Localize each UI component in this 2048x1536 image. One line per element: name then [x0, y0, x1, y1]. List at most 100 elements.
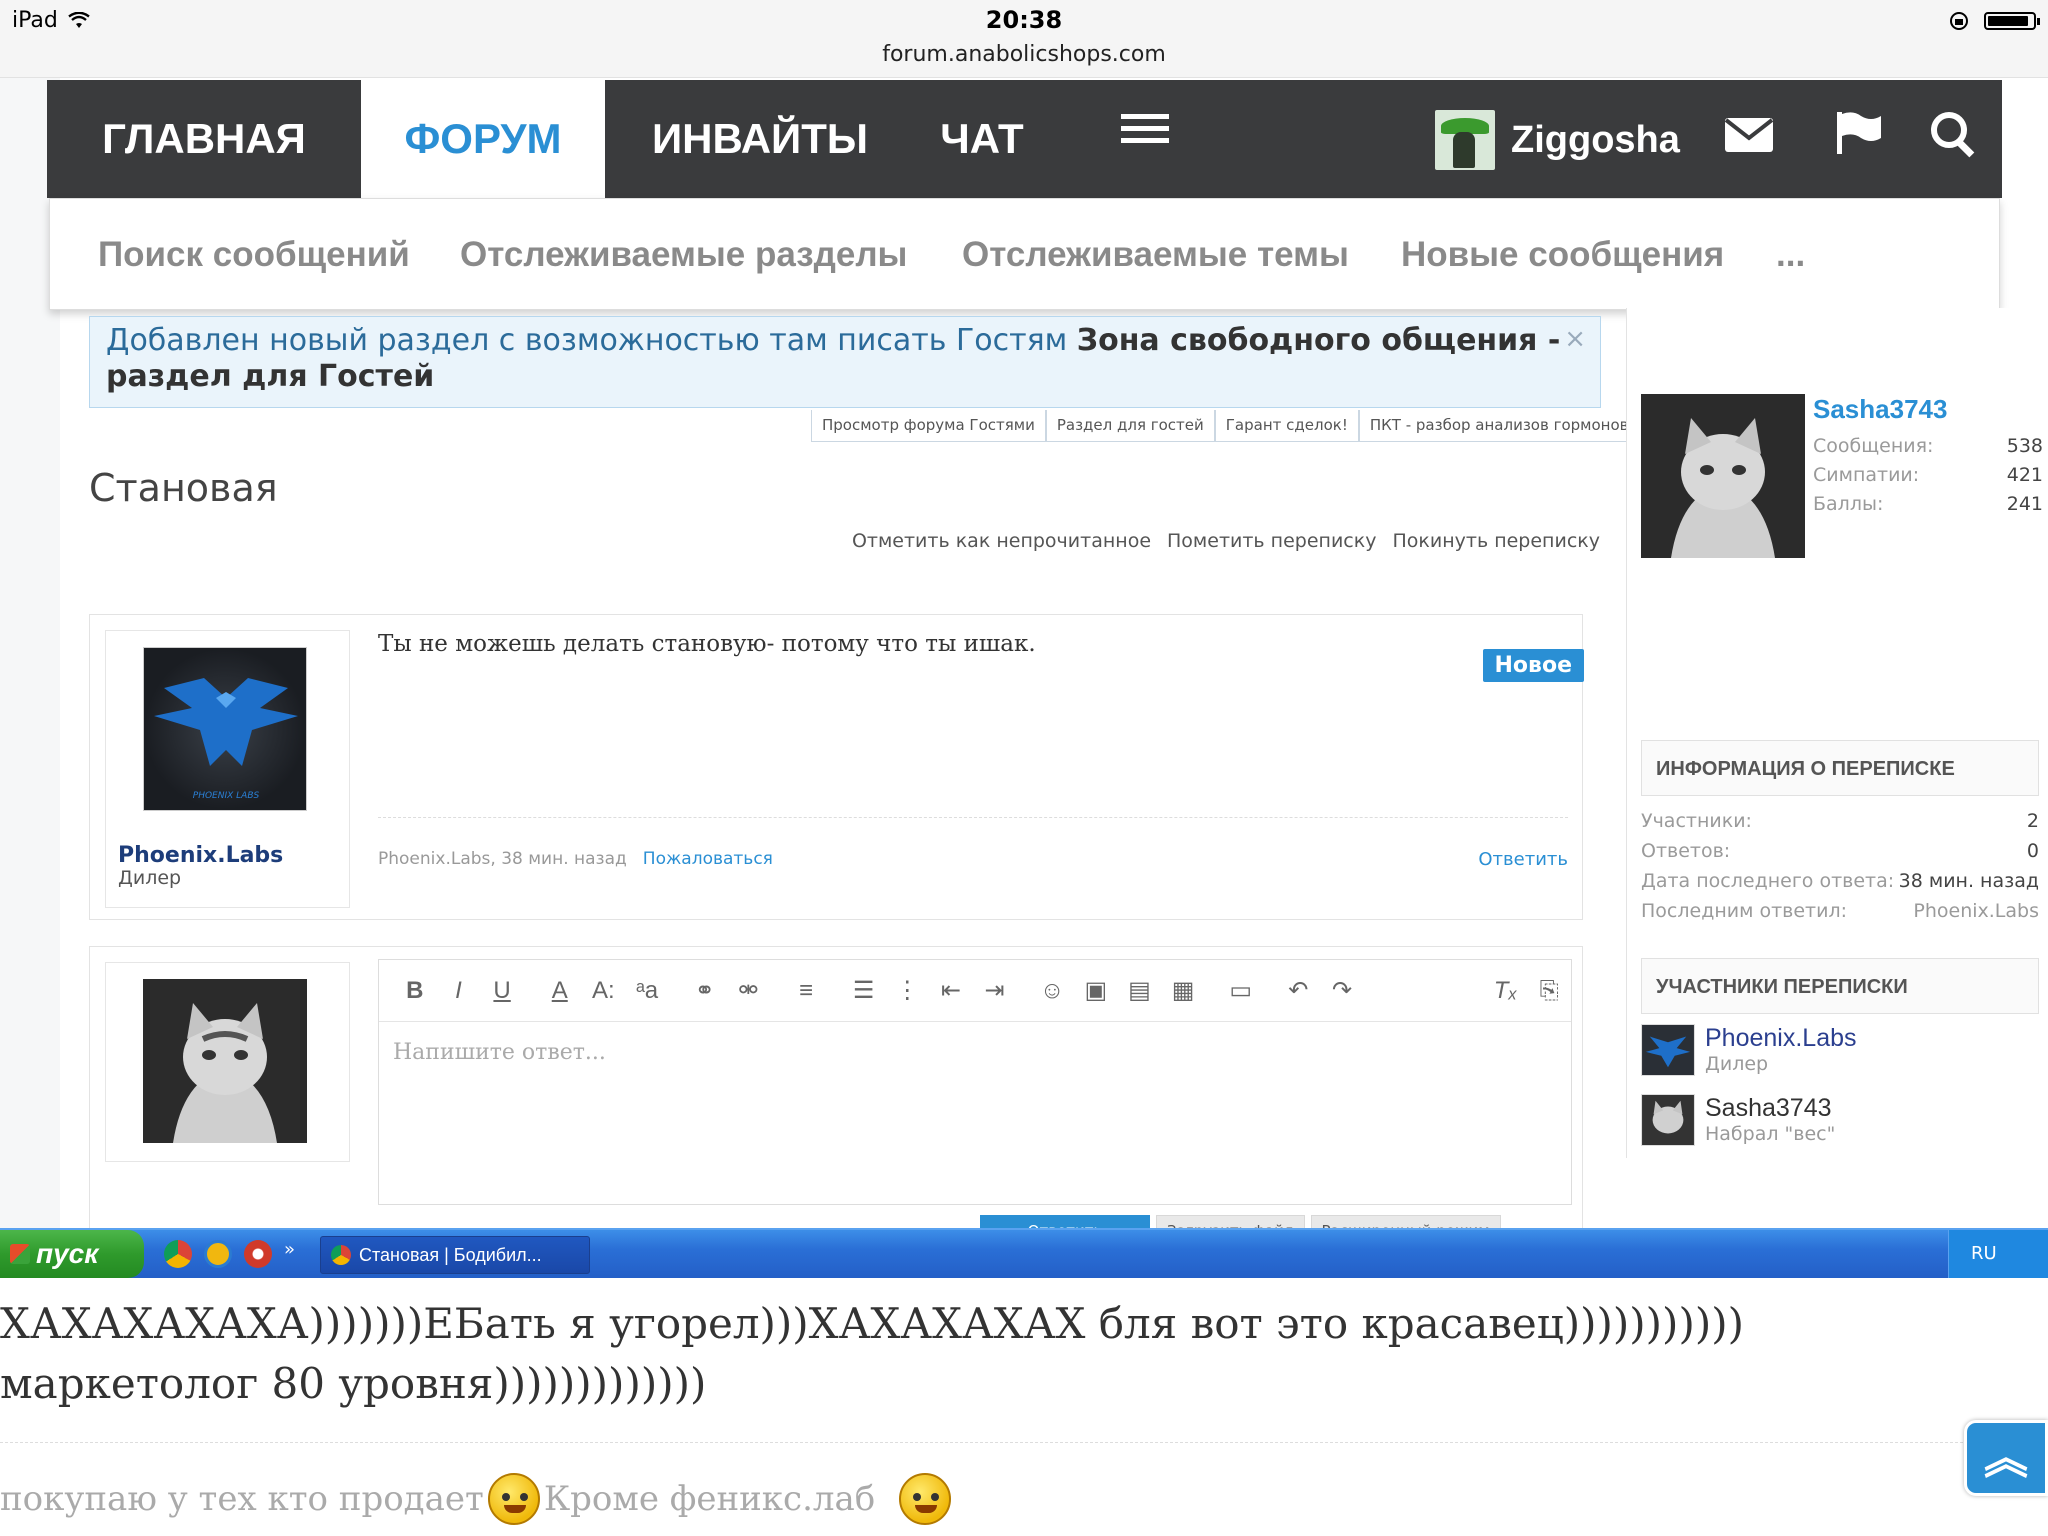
flag-icon[interactable]: [1833, 110, 1893, 170]
unlink-icon[interactable]: ⚮: [726, 971, 770, 1011]
advanced-mode-button[interactable]: Расширенный режим: [1310, 1215, 1501, 1228]
subnav-watched-forums[interactable]: Отслеживаемые разделы: [460, 199, 907, 311]
subnav-watched-threads[interactable]: Отслеживаемые темы: [962, 199, 1349, 311]
participant-info: Sasha3743 Набрал "вес": [1705, 1094, 1835, 1146]
mark-unread-link[interactable]: Отметить как непрочитанное: [852, 530, 1151, 552]
mail-icon[interactable]: [1723, 114, 1783, 174]
nav-forum[interactable]: ФОРУМ: [361, 80, 605, 198]
reply-link[interactable]: Ответить: [1478, 849, 1568, 870]
profile-username[interactable]: Sasha3743: [1813, 394, 1947, 425]
subnav-more[interactable]: ...: [1776, 199, 1805, 311]
user-menu[interactable]: Ziggosha: [1435, 110, 1680, 170]
italic-button[interactable]: I: [437, 971, 481, 1011]
search-icon[interactable]: [1929, 110, 1989, 170]
clear-format-icon[interactable]: Tₓ: [1484, 971, 1528, 1011]
info-row: Ответов: 0: [1641, 836, 2039, 866]
font-family-button[interactable]: ᵃa: [625, 971, 669, 1011]
quick-reply: B I U A A: ᵃa ⚭ ⚮ ≡ ☰ ⋮ ⇤ ⇥ ☺ ▣ ▤ ▦ ▭ ↶ …: [89, 946, 1583, 1228]
image-icon[interactable]: ▣: [1074, 971, 1118, 1011]
stat-label: Симпатии:: [1813, 464, 1920, 486]
avatar: [1641, 1024, 1695, 1076]
profile-stats: Сообщения: 538 Симпатии: 421 Баллы: 241: [1813, 432, 2043, 519]
star-conversation-link[interactable]: Пометить переписку: [1167, 530, 1376, 552]
align-icon[interactable]: ≡: [784, 971, 828, 1011]
report-link[interactable]: Пожаловаться: [643, 849, 773, 869]
notice-banner: Добавлен новый раздел с возможностью там…: [89, 316, 1601, 408]
redo-icon[interactable]: ↷: [1320, 971, 1364, 1011]
stat-label: Баллы:: [1813, 493, 1884, 515]
notice-tab[interactable]: Гарант сделок!: [1214, 410, 1359, 442]
font-color-button[interactable]: A: [538, 971, 582, 1011]
status-time: 20:38: [985, 6, 1063, 34]
info-label: Последним ответил:: [1641, 900, 1848, 922]
avatar[interactable]: [1641, 394, 1805, 558]
info-value[interactable]: Phoenix.Labs: [1913, 896, 2039, 926]
avatar: [143, 979, 307, 1143]
editor-toolbar: B I U A A: ᵃa ⚭ ⚮ ≡ ☰ ⋮ ⇤ ⇥ ☺ ▣ ▤ ▦ ▭ ↶ …: [379, 960, 1571, 1022]
taskbar-window-button[interactable]: Становая | Бодибил...: [320, 1236, 590, 1274]
stat-value[interactable]: 538: [2007, 432, 2043, 461]
underline-button[interactable]: U: [480, 971, 524, 1011]
scroll-to-top-icon[interactable]: ︽: [1964, 1420, 2048, 1496]
smiley-icon[interactable]: ☺: [1030, 971, 1074, 1011]
post-line: ХАХАХАХАХА)))))))ЕБать я угорел)))ХАХАХА…: [0, 1299, 1744, 1348]
undo-icon[interactable]: ↶: [1277, 971, 1321, 1011]
notice-tab[interactable]: Просмотр форума Гостями: [811, 410, 1046, 442]
menu-icon[interactable]: [1119, 108, 1179, 168]
reply-placeholder[interactable]: Напишите ответ...: [379, 1022, 1571, 1083]
avatar[interactable]: PHOENIX LABS: [143, 647, 307, 811]
message-username[interactable]: Phoenix.Labs: [118, 843, 283, 868]
address-url[interactable]: forum.anabolicshops.com: [0, 42, 2048, 67]
outdent-icon[interactable]: ⇤: [929, 971, 973, 1011]
message-user-info: PHOENIX LABS Phoenix.Labs Дилер: [105, 630, 350, 908]
participant-title: Набрал "вес": [1705, 1123, 1836, 1145]
quote-icon[interactable]: ▦: [1161, 971, 1205, 1011]
nav-chat[interactable]: ЧАТ: [915, 80, 1049, 198]
thread-actions: Отметить как непрочитанное Пометить пере…: [852, 530, 1600, 552]
participant[interactable]: Sasha3743 Набрал "вес": [1641, 1094, 1835, 1146]
bold-button[interactable]: B: [393, 971, 437, 1011]
subnav-new-posts[interactable]: Новые сообщения: [1401, 199, 1724, 311]
numbered-list-icon[interactable]: ⋮: [885, 971, 929, 1011]
font-size-button[interactable]: A:: [582, 971, 626, 1011]
media-icon[interactable]: ▤: [1118, 971, 1162, 1011]
info-label: Ответов:: [1641, 840, 1731, 862]
info-value: 2: [2026, 810, 2039, 832]
save-icon[interactable]: ▭: [1219, 971, 1263, 1011]
reply-editor[interactable]: B I U A A: ᵃa ⚭ ⚮ ≡ ☰ ⋮ ⇤ ⇥ ☺ ▣ ▤ ▦ ▭ ↶ …: [378, 959, 1572, 1205]
participant-name[interactable]: Sasha3743: [1705, 1094, 1835, 1123]
quick-launch-more[interactable]: »: [284, 1240, 295, 1268]
mail-agent-icon[interactable]: [204, 1240, 232, 1268]
leave-conversation-link[interactable]: Покинуть переписку: [1392, 530, 1600, 552]
stat-row: Баллы: 241: [1813, 490, 2043, 519]
start-button[interactable]: пуск: [0, 1230, 144, 1278]
smiley-icon: [899, 1473, 952, 1525]
notice-tab[interactable]: Раздел для гостей: [1045, 410, 1215, 442]
bullet-list-icon[interactable]: ☰: [842, 971, 886, 1011]
message-user-title: Дилер: [118, 867, 182, 889]
close-icon[interactable]: ×: [1564, 321, 1586, 357]
upload-file-button[interactable]: Загрузить файл: [1156, 1215, 1305, 1228]
notice-tab[interactable]: ПКТ - разбор анализов гормонов: [1358, 410, 1640, 442]
nav-invites[interactable]: ИНВАЙТЫ: [605, 80, 915, 198]
stat-value[interactable]: 241: [2007, 490, 2043, 519]
subnav-search-messages[interactable]: Поиск сообщений: [98, 199, 410, 311]
participant[interactable]: Phoenix.Labs Дилер: [1641, 1024, 1857, 1076]
info-value: 38 мин. назад: [1898, 870, 2039, 892]
stat-value[interactable]: 421: [2007, 461, 2043, 490]
info-row: Участники: 2: [1641, 806, 2039, 836]
post-line: маркетолог 80 уровня))))))))))))): [0, 1359, 707, 1408]
main-nav: ГЛАВНАЯ ФОРУМ ИНВАЙТЫ ЧАТ Ziggosha: [47, 80, 2002, 198]
sidebar: Sasha3743 Сообщения: 538 Симпатии: 421 Бал…: [1626, 308, 2048, 1158]
link-icon[interactable]: ⚭: [683, 971, 727, 1011]
info-label: Участники:: [1641, 810, 1752, 832]
language-indicator[interactable]: RU: [1948, 1230, 2048, 1278]
bbcode-icon[interactable]: ⎘: [1527, 971, 1571, 1011]
participant-name[interactable]: Phoenix.Labs: [1705, 1024, 1857, 1053]
opera-icon[interactable]: [244, 1240, 272, 1268]
indent-icon[interactable]: ⇥: [973, 971, 1017, 1011]
submit-reply-button[interactable]: Ответить: [980, 1215, 1150, 1228]
message-author-date[interactable]: Phoenix.Labs, 38 мин. назад: [378, 849, 627, 869]
nav-home[interactable]: ГЛАВНАЯ: [47, 80, 361, 198]
chrome-icon[interactable]: [164, 1240, 192, 1268]
